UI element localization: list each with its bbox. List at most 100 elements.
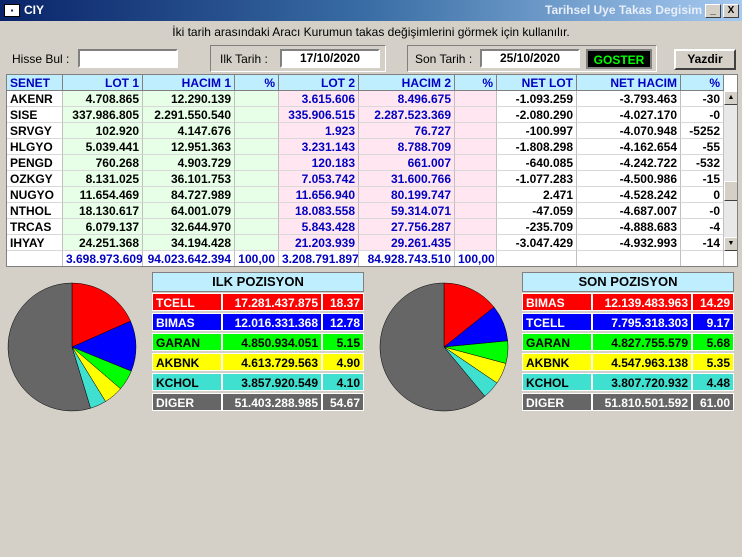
cell-senet: NTHOL <box>7 203 63 219</box>
position-value: 4.613.729.563 <box>222 353 322 371</box>
position-value: 51.810.501.592 <box>592 393 692 411</box>
table-row[interactable]: SRVGY 102.920 4.147.676 1.923 76.727 -100.997… <box>7 123 724 139</box>
close-button[interactable]: X <box>723 4 739 18</box>
cell-hacim2: 29.261.435 <box>359 235 455 251</box>
position-name: AKBNK <box>522 353 592 371</box>
cell-senet: IHYAY <box>7 235 63 251</box>
total-lot1: 3.698.973.609 <box>63 251 143 266</box>
total-pct2: 100,00 <box>455 251 497 266</box>
cell-hacim1: 34.194.428 <box>143 235 235 251</box>
total-hacim1: 94.023.642.394 <box>143 251 235 266</box>
header-net-hacim[interactable]: NET HACIM <box>577 75 681 91</box>
total-hacim2: 84.928.743.510 <box>359 251 455 266</box>
header-net-pct[interactable]: % <box>681 75 724 91</box>
cell-hacim2: 661.007 <box>359 155 455 171</box>
cell-net-hacim: -4.242.722 <box>577 155 681 171</box>
header-senet[interactable]: SENET <box>7 75 63 91</box>
position-row: DIGER 51.810.501.592 61.00 <box>522 393 734 411</box>
total-senet <box>7 251 63 266</box>
header-hacim2[interactable]: HACIM 2 <box>359 75 455 91</box>
cell-pct1 <box>235 235 279 251</box>
cell-pct2 <box>455 187 497 203</box>
cell-net-lot: -100.997 <box>497 123 577 139</box>
hisse-search-input[interactable] <box>78 49 178 68</box>
cell-lot2: 7.053.742 <box>279 171 359 187</box>
scroll-thumb[interactable] <box>724 181 737 201</box>
position-name: KCHOL <box>522 373 592 391</box>
total-net-hacim <box>577 251 681 266</box>
position-value: 51.403.288.985 <box>222 393 322 411</box>
total-net-pct <box>681 251 724 266</box>
table-row[interactable]: OZKGY 8.131.025 36.101.753 7.053.742 31.600.… <box>7 171 724 187</box>
cell-net-lot: -2.080.290 <box>497 107 577 123</box>
ilk-pozisyon-title: ILK POZISYON <box>152 272 364 292</box>
position-row: BIMAS 12.139.483.963 14.29 <box>522 293 734 311</box>
position-row: BIMAS 12.016.331.368 12.78 <box>152 313 364 331</box>
cell-net-pct: -14 <box>681 235 724 251</box>
cell-pct1 <box>235 219 279 235</box>
son-tarih-input[interactable]: 25/10/2020 <box>480 49 580 68</box>
cell-net-lot: -1.077.283 <box>497 171 577 187</box>
son-tarih-label: Son Tarih : <box>415 52 473 66</box>
cell-lot2: 21.203.939 <box>279 235 359 251</box>
cell-net-hacim: -3.793.463 <box>577 91 681 107</box>
position-name: GARAN <box>522 333 592 351</box>
position-name: TCELL <box>152 293 222 311</box>
position-pct: 9.17 <box>692 313 734 331</box>
position-name: DIGER <box>522 393 592 411</box>
cell-lot1: 5.039.441 <box>63 139 143 155</box>
position-pct: 61.00 <box>692 393 734 411</box>
cell-hacim1: 32.644.970 <box>143 219 235 235</box>
vertical-scrollbar[interactable]: ▲ ▼ <box>724 91 737 251</box>
header-hacim1[interactable]: HACIM 1 <box>143 75 235 91</box>
cell-lot1: 4.708.865 <box>63 91 143 107</box>
cell-net-hacim: -4.070.948 <box>577 123 681 139</box>
cell-net-lot: 2.471 <box>497 187 577 203</box>
table-row[interactable]: PENGD 760.268 4.903.729 120.183 661.007 -640.… <box>7 155 724 171</box>
ilk-pozisyon-table: ILK POZISYON TCELL 17.281.437.875 18.37 BIM… <box>152 272 364 414</box>
cell-lot2: 11.656.940 <box>279 187 359 203</box>
position-value: 12.016.331.368 <box>222 313 322 331</box>
table-row[interactable]: TRCAS 6.079.137 32.644.970 5.843.428 27.756.… <box>7 219 724 235</box>
minimize-button[interactable]: _ <box>705 4 721 18</box>
table-row[interactable]: NTHOL 18.130.617 64.001.079 18.083.558 59.31… <box>7 203 724 219</box>
cell-hacim2: 27.756.287 <box>359 219 455 235</box>
cell-hacim1: 4.147.676 <box>143 123 235 139</box>
cell-net-pct: -15 <box>681 171 724 187</box>
cell-net-hacim: -4.888.683 <box>577 219 681 235</box>
scroll-up-icon[interactable]: ▲ <box>724 91 737 105</box>
ilk-tarih-input[interactable]: 17/10/2020 <box>280 49 380 68</box>
header-lot2[interactable]: LOT 2 <box>279 75 359 91</box>
table-row[interactable]: AKENR 4.708.865 12.290.139 3.615.606 8.496.6… <box>7 91 724 107</box>
window-title: CIY <box>24 3 45 17</box>
cell-lot1: 24.251.368 <box>63 235 143 251</box>
table-row[interactable]: SISE 337.986.805 2.291.550.540 335.906.515 2… <box>7 107 724 123</box>
table-row[interactable]: IHYAY 24.251.368 34.194.428 21.203.939 29.26… <box>7 235 724 251</box>
cell-lot2: 3.615.606 <box>279 91 359 107</box>
cell-lot2: 5.843.428 <box>279 219 359 235</box>
cell-pct2 <box>455 107 497 123</box>
table-row[interactable]: HLGYO 5.039.441 12.951.363 3.231.143 8.788.7… <box>7 139 724 155</box>
table-row[interactable]: NUGYO 11.654.469 84.727.989 11.656.940 80.19… <box>7 187 724 203</box>
cell-net-pct: -4 <box>681 219 724 235</box>
header-lot1[interactable]: LOT 1 <box>63 75 143 91</box>
cell-lot1: 6.079.137 <box>63 219 143 235</box>
yazdir-button[interactable]: Yazdir <box>674 49 736 70</box>
cell-senet: OZKGY <box>7 171 63 187</box>
goster-button[interactable]: GOSTER <box>586 49 652 69</box>
cell-senet: HLGYO <box>7 139 63 155</box>
cell-pct2 <box>455 235 497 251</box>
cell-net-pct: 0 <box>681 187 724 203</box>
header-pct2[interactable]: % <box>455 75 497 91</box>
header-pct1[interactable]: % <box>235 75 279 91</box>
position-name: BIMAS <box>522 293 592 311</box>
cell-pct2 <box>455 123 497 139</box>
header-net-lot[interactable]: NET LOT <box>497 75 577 91</box>
cell-pct1 <box>235 91 279 107</box>
position-value: 3.857.920.549 <box>222 373 322 391</box>
position-row: AKBNK 4.613.729.563 4.90 <box>152 353 364 371</box>
cell-lot2: 18.083.558 <box>279 203 359 219</box>
cell-hacim1: 12.951.363 <box>143 139 235 155</box>
cell-net-pct: -0 <box>681 107 724 123</box>
scroll-down-icon[interactable]: ▼ <box>724 237 737 251</box>
